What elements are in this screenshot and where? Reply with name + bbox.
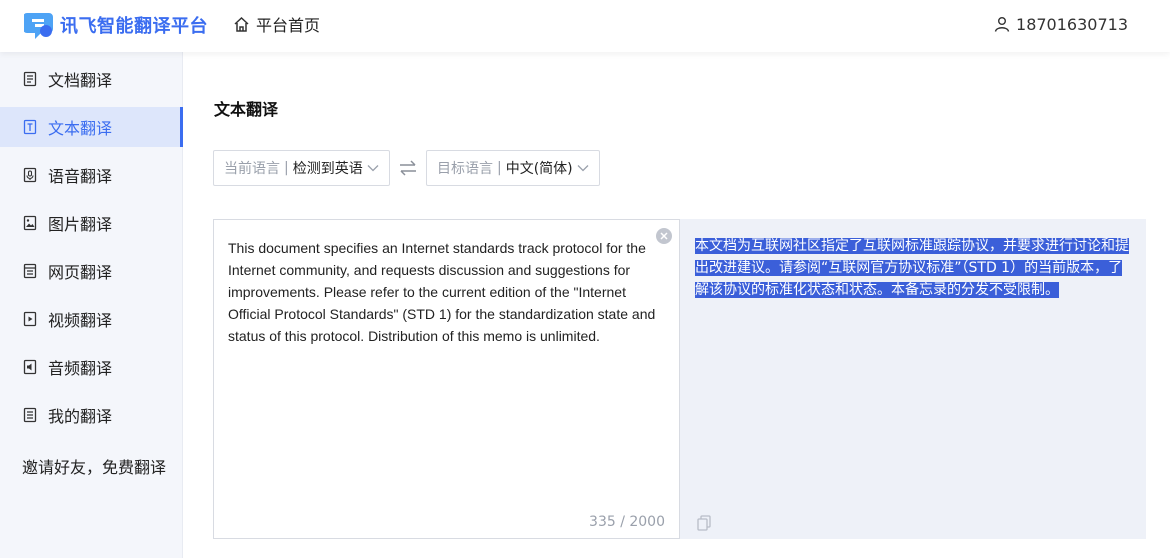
sidebar-item-label: 音频翻译	[48, 359, 113, 378]
logo-icon	[24, 13, 53, 39]
sidebar-item-label: 文档翻译	[48, 71, 113, 90]
home-icon	[234, 16, 249, 32]
document-icon	[23, 71, 37, 87]
main-content: 文本翻译 当前语言 | 检测到英语 目标语言 | 中文(简体) This doc…	[184, 52, 1170, 558]
clear-text-button[interactable]	[656, 228, 672, 244]
target-language-separator: |	[497, 160, 502, 176]
character-counter: 335 / 2000	[589, 514, 665, 530]
sidebar-item-text[interactable]: 文本翻译	[0, 107, 183, 147]
sidebar-item-video[interactable]: 视频翻译	[0, 299, 183, 339]
sidebar-item-label: 图片翻译	[48, 215, 113, 234]
close-icon	[660, 232, 668, 240]
user-phone: 18701630713	[1016, 14, 1128, 34]
app-logo[interactable]: 讯飞智能翻译平台	[24, 8, 208, 42]
translation-output: 本文档为互联网社区指定了互联网标准跟踪协议，并要求进行讨论和提出改进建议。请参阅…	[680, 219, 1146, 539]
sidebar-item-document[interactable]: 文档翻译	[0, 59, 183, 99]
sidebar-item-label: 视频翻译	[48, 311, 113, 330]
sidebar: 文档翻译 文本翻译 语音翻译 图片翻译 网页翻译 视频翻译 音频翻译 我的翻译 …	[0, 52, 183, 558]
home-link[interactable]: 平台首页	[233, 12, 320, 36]
page-title: 文本翻译	[214, 100, 279, 119]
translation-text[interactable]: 本文档为互联网社区指定了互联网标准跟踪协议，并要求进行讨论和提出改进建议。请参阅…	[695, 238, 1129, 298]
chevron-down-icon	[577, 165, 589, 172]
sidebar-item-my-translations[interactable]: 我的翻译	[0, 395, 183, 435]
copy-icon[interactable]	[697, 515, 711, 531]
webpage-icon	[23, 263, 37, 279]
source-language-label: 当前语言	[224, 161, 280, 177]
target-language-select[interactable]: 目标语言 | 中文(简体)	[426, 150, 600, 186]
sidebar-item-label: 文本翻译	[48, 119, 113, 138]
home-link-label: 平台首页	[256, 16, 321, 35]
target-language-label: 目标语言	[437, 161, 493, 177]
sidebar-item-label: 语音翻译	[48, 167, 113, 186]
user-icon	[994, 17, 1010, 32]
sidebar-item-image[interactable]: 图片翻译	[0, 203, 183, 243]
video-icon	[23, 311, 37, 327]
source-text-area[interactable]: This document specifies an Internet stan…	[213, 219, 680, 539]
image-icon	[23, 215, 37, 231]
sidebar-item-audio[interactable]: 音频翻译	[0, 347, 183, 387]
source-language-select[interactable]: 当前语言 | 检测到英语	[213, 150, 390, 186]
sidebar-item-webpage[interactable]: 网页翻译	[0, 251, 183, 291]
source-text[interactable]: This document specifies an Internet stan…	[228, 237, 668, 347]
invite-friends-link[interactable]: 邀请好友，免费翻译	[22, 454, 166, 478]
target-language-value: 中文(简体)	[505, 161, 573, 177]
logo-text: 讯飞智能翻译平台	[60, 16, 208, 37]
chevron-down-icon	[367, 165, 379, 172]
swap-languages-icon[interactable]	[398, 158, 418, 178]
text-icon	[23, 119, 37, 135]
source-language-value: 检测到英语	[292, 161, 363, 177]
user-account[interactable]: 18701630713	[994, 12, 1128, 36]
sidebar-item-label: 网页翻译	[48, 263, 113, 282]
voice-icon	[23, 167, 37, 183]
sidebar-item-voice[interactable]: 语音翻译	[0, 155, 183, 195]
my-translations-icon	[23, 407, 37, 423]
source-language-separator: |	[284, 160, 289, 176]
translation-text-container: 本文档为互联网社区指定了互联网标准跟踪协议，并要求进行讨论和提出改进建议。请参阅…	[695, 235, 1131, 301]
sidebar-item-label: 我的翻译	[48, 407, 113, 426]
top-header: 讯飞智能翻译平台 平台首页 18701630713	[0, 0, 1170, 52]
audio-icon	[23, 359, 37, 375]
